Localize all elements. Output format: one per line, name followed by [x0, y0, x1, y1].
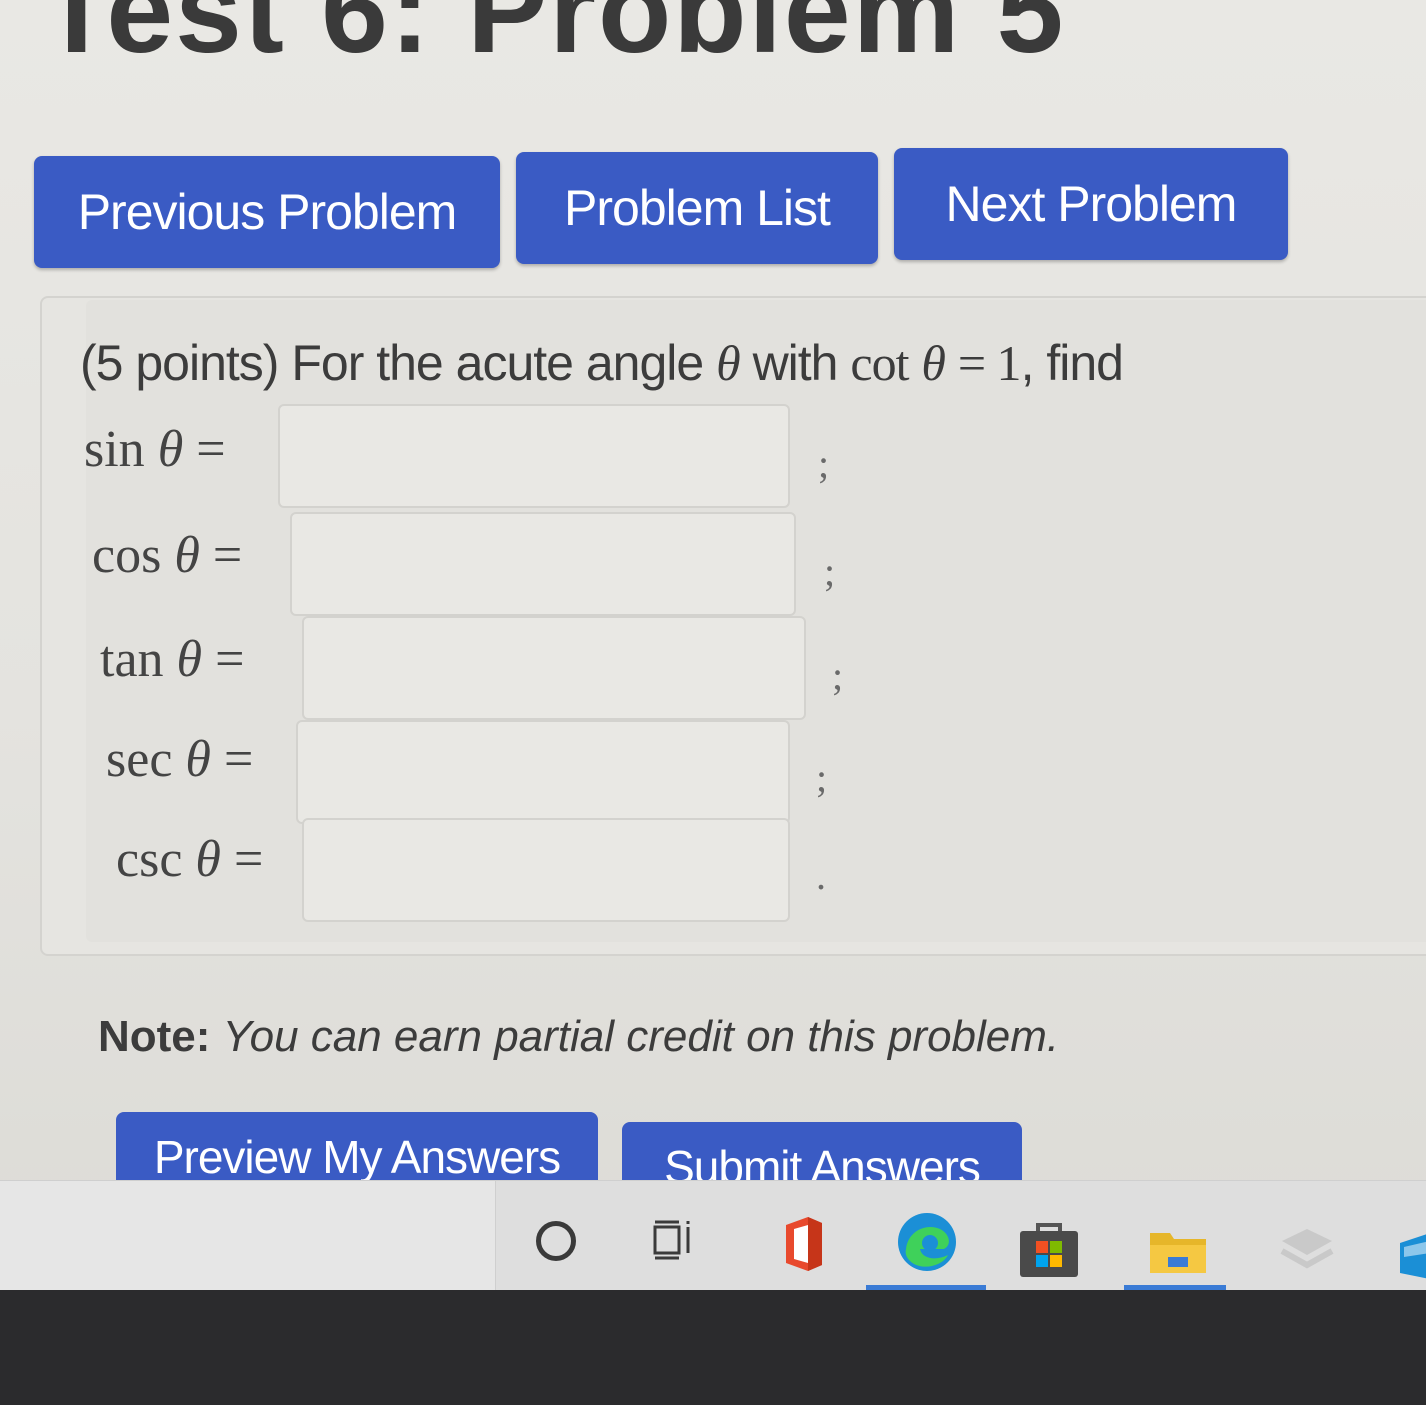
- theta-symbol: θ: [174, 527, 200, 584]
- equals-sign: =: [223, 731, 254, 788]
- separator: ;: [832, 653, 844, 698]
- app-icon[interactable]: [1272, 1221, 1342, 1281]
- sin-label: sin θ =: [84, 420, 226, 479]
- theta-symbol: θ: [157, 421, 184, 478]
- partial-credit-note: Note: You can earn partial credit on thi…: [98, 1012, 1059, 1062]
- equals-sign: =: [233, 831, 264, 888]
- next-problem-button[interactable]: Next Problem: [894, 148, 1288, 260]
- equals-sign: =: [212, 527, 243, 584]
- theta-symbol: θ: [185, 731, 211, 788]
- windows-taskbar: [0, 1180, 1426, 1290]
- separator: ;: [818, 441, 830, 486]
- separator: ;: [824, 549, 836, 594]
- equals-one: = 1: [957, 335, 1022, 391]
- previous-problem-button[interactable]: Previous Problem: [34, 156, 500, 268]
- function-name: sec: [106, 731, 173, 788]
- theta-symbol: θ: [921, 335, 946, 391]
- function-name: tan: [100, 631, 164, 688]
- function-name: csc: [116, 831, 183, 888]
- monitor-bezel: [0, 1290, 1426, 1405]
- tan-answer-field[interactable]: [302, 616, 806, 720]
- page-title: Test 6: Problem 5: [40, 0, 1066, 78]
- problem-list-button[interactable]: Problem List: [516, 152, 878, 264]
- cos-label: cos θ =: [92, 526, 242, 585]
- prompt-with: with: [752, 335, 839, 391]
- browser-viewport: Test 6: Problem 5 Previous Problem Probl…: [0, 0, 1426, 1290]
- separator: .: [816, 853, 826, 898]
- store-icon[interactable]: [1018, 1217, 1080, 1279]
- note-label: Note:: [98, 1012, 211, 1061]
- office-icon[interactable]: [778, 1215, 828, 1273]
- cos-answer-field[interactable]: [290, 512, 796, 616]
- equals-sign: =: [196, 421, 226, 478]
- prompt-text: For the acute angle: [291, 335, 704, 391]
- sin-answer-field[interactable]: [278, 404, 790, 508]
- sec-answer-field[interactable]: [296, 720, 790, 824]
- partial-app-icon[interactable]: [1400, 1229, 1426, 1281]
- sec-label: sec θ =: [106, 730, 253, 789]
- edge-icon[interactable]: [896, 1211, 958, 1273]
- explorer-icon[interactable]: [1148, 1227, 1208, 1275]
- taskview-icon[interactable]: [652, 1219, 698, 1261]
- equals-sign: =: [215, 631, 245, 688]
- function-name: cos: [92, 527, 162, 584]
- taskbar-search-area[interactable]: [0, 1181, 496, 1290]
- theta-symbol: θ: [176, 631, 203, 688]
- csc-answer-field[interactable]: [302, 818, 790, 922]
- cot-function: cot: [850, 335, 909, 391]
- theta-symbol: θ: [195, 831, 221, 888]
- problem-prompt: (5 points) For the acute angle θ with co…: [80, 334, 1124, 392]
- points-label: (5 points): [80, 335, 279, 391]
- note-text: You can earn partial credit on this prob…: [222, 1012, 1060, 1061]
- separator: ;: [816, 755, 828, 800]
- tan-label: tan θ =: [100, 630, 244, 689]
- search-circle-icon[interactable]: [536, 1221, 576, 1261]
- theta-symbol: θ: [716, 335, 741, 391]
- function-name: sin: [84, 421, 145, 478]
- prompt-find: , find: [1020, 335, 1124, 391]
- csc-label: csc θ =: [116, 830, 263, 889]
